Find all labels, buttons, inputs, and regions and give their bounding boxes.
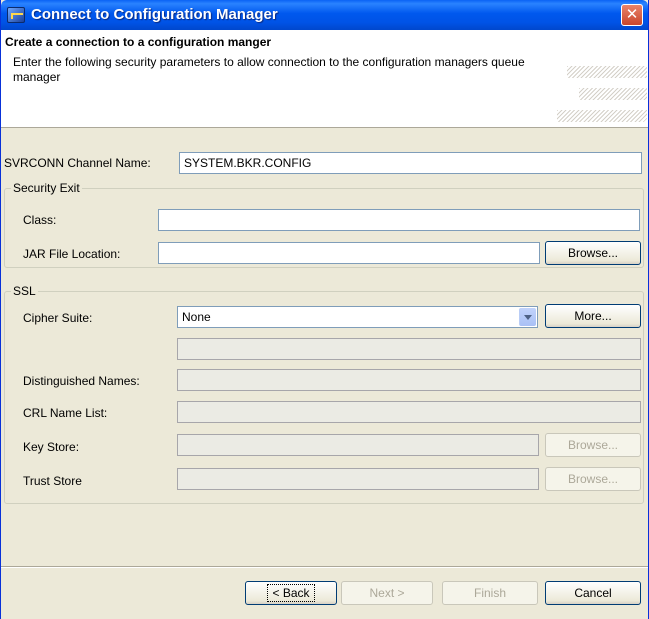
more-label: More... xyxy=(574,309,612,323)
title-bar[interactable]: Connect to Configuration Manager ✕ xyxy=(1,0,648,30)
trust-store-browse-button: Browse... xyxy=(545,467,641,491)
jar-browse-button[interactable]: Browse... xyxy=(545,241,641,265)
jar-file-location-label: JAR File Location: xyxy=(23,247,121,261)
close-button[interactable]: ✕ xyxy=(621,4,643,26)
crl-name-list-label: CRL Name List: xyxy=(23,406,108,420)
banner-decoration xyxy=(579,88,647,100)
close-icon: ✕ xyxy=(625,6,639,23)
more-button[interactable]: More... xyxy=(545,304,641,328)
finish-label: Finish xyxy=(473,586,506,600)
banner-decoration xyxy=(567,66,647,78)
key-store-field xyxy=(177,434,539,456)
trust-store-browse-label: Browse... xyxy=(567,472,618,486)
cipher-suite-select[interactable]: None xyxy=(177,306,538,328)
cipher-detail-field xyxy=(177,338,641,360)
distinguished-names-label: Distinguished Names: xyxy=(23,374,140,388)
dialog-window: Connect to Configuration Manager ✕ Creat… xyxy=(0,0,649,619)
cancel-button[interactable]: Cancel xyxy=(545,581,641,605)
distinguished-names-field xyxy=(177,369,641,391)
svrconn-channel-input[interactable]: SYSTEM.BKR.CONFIG xyxy=(179,152,642,174)
key-store-browse-label: Browse... xyxy=(567,438,618,452)
crl-name-list-field xyxy=(177,401,641,423)
trust-store-field xyxy=(177,468,539,490)
jar-file-location-input[interactable] xyxy=(158,242,540,264)
cancel-label: Cancel xyxy=(574,586,612,600)
ssl-legend: SSL xyxy=(11,284,38,298)
banner-title: Create a connection to a configuration m… xyxy=(5,35,272,49)
security-exit-legend: Security Exit xyxy=(11,181,82,195)
banner-decoration xyxy=(557,110,647,122)
back-label: < Back xyxy=(267,584,315,602)
jar-browse-label: Browse... xyxy=(567,246,618,260)
key-store-browse-button: Browse... xyxy=(545,433,641,457)
key-store-label: Key Store: xyxy=(23,440,80,454)
window-title: Connect to Configuration Manager xyxy=(31,6,278,23)
next-label: Next > xyxy=(369,586,405,600)
banner-description: Enter the following security parameters … xyxy=(13,55,525,84)
wizard-banner: Create a connection to a configuration m… xyxy=(1,30,648,128)
footer-separator xyxy=(1,566,648,568)
chevron-down-icon[interactable] xyxy=(519,308,536,326)
cipher-suite-value: None xyxy=(182,310,211,324)
cipher-suite-label: Cipher Suite: xyxy=(23,311,93,325)
class-input[interactable] xyxy=(158,209,640,231)
back-button[interactable]: < Back xyxy=(245,581,337,605)
next-button: Next > xyxy=(341,581,433,605)
app-icon xyxy=(7,7,25,23)
class-label: Class: xyxy=(23,213,57,227)
trust-store-label: Trust Store xyxy=(23,474,82,488)
svrconn-label: SVRCONN Channel Name: xyxy=(4,156,151,170)
finish-button: Finish xyxy=(442,581,538,605)
